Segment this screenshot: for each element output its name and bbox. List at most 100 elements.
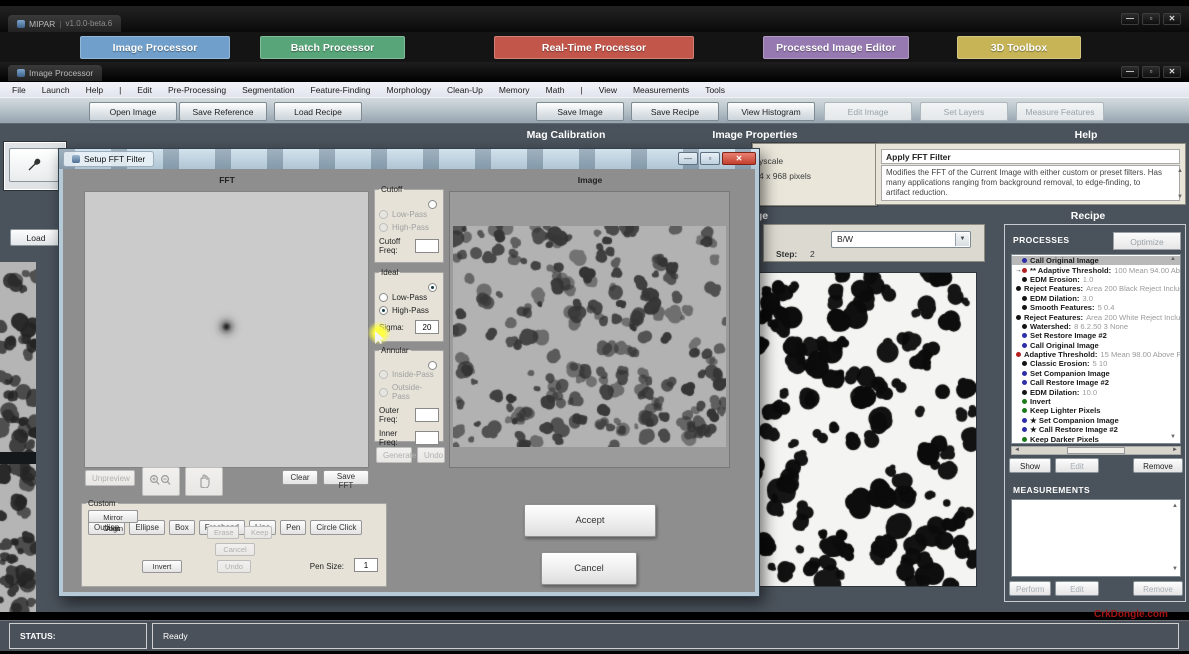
remove-button[interactable]: Remove [1133,458,1183,473]
accept-button[interactable]: Accept [524,504,656,537]
process-list-item[interactable]: Set Companion Image [1012,369,1180,378]
save-fft-button[interactable]: Save FFT [323,470,369,485]
process-list-item[interactable]: EDM Dilation: 10.0 [1012,387,1180,396]
cancel-draw-button[interactable]: Cancel [215,543,255,556]
cutoff-freq-input[interactable] [415,239,439,253]
process-list-item[interactable]: Classic Erosion: 5 10 [1012,359,1180,368]
ideal-highpass-radio[interactable] [379,306,388,315]
menu-item[interactable]: Feature-Finding [303,85,379,95]
cancel-button[interactable]: Cancel [541,552,637,585]
annular-insidepass-radio[interactable] [379,370,388,379]
process-list-item[interactable]: Reject Features: Area 200 White Reject I… [1012,312,1180,321]
minimize-icon[interactable]: — [1121,66,1139,78]
erase-button[interactable]: Erase [207,526,239,539]
scroll-right-icon[interactable]: ► [1172,447,1178,454]
scroll-up-icon[interactable]: ▲ [1172,503,1178,509]
minimize-icon[interactable]: — [678,152,698,165]
maximize-icon[interactable]: ▫ [1142,13,1160,25]
process-list-item[interactable]: Call Original Image [1012,256,1180,265]
inner-freq-input[interactable] [415,431,439,445]
menu-item[interactable]: File [4,85,34,95]
unpreview-button[interactable]: Unpreview [85,470,135,486]
process-list-item[interactable]: Call Restore Image #2 [1012,378,1180,387]
launcher-button[interactable]: Processed Image Editor [763,36,909,59]
process-list-item[interactable]: Watershed: 8 6.2.50 3 None [1012,322,1180,331]
maximize-icon[interactable]: ▫ [700,152,720,165]
invert-button[interactable]: Invert [142,560,182,573]
menu-item[interactable]: Measurements [625,85,697,95]
menu-item[interactable]: | [111,85,129,95]
pen-size-input[interactable] [354,558,378,572]
chevron-down-icon[interactable]: ▼ [955,233,969,246]
undo-fft-button[interactable]: Undo [417,447,445,463]
clear-button[interactable]: Clear [282,470,318,485]
show-button[interactable]: Show [1009,458,1051,473]
optimize-button[interactable]: Optimize [1113,232,1181,250]
zoom-tool-button[interactable] [142,467,180,496]
process-list-item[interactable]: Set Restore Image #2 [1012,331,1180,340]
image-mode-dropdown[interactable]: B/W ▼ [831,231,971,248]
custom-tool-button[interactable]: Box [169,520,195,535]
process-list-item[interactable]: Call Original Image [1012,341,1180,350]
image-processor-tab[interactable]: Image Processor [8,65,102,81]
keep-button[interactable]: Keep [244,526,272,539]
cutoff-highpass-radio[interactable] [379,223,388,232]
process-list-hscrollbar[interactable]: ◄ ► [1011,446,1181,455]
scroll-down-icon[interactable]: ▼ [1177,194,1183,200]
maximize-icon[interactable]: ▫ [1142,66,1160,78]
toolbar-button[interactable]: Open Image [89,102,177,121]
process-list-item[interactable]: ★ Call Restore Image #2 [1012,425,1180,434]
generate-button[interactable]: Generate [376,447,412,463]
menu-item[interactable]: Morphology [379,85,439,95]
scroll-down-icon[interactable]: ▼ [1172,566,1178,572]
process-list-item[interactable]: → ** Adaptive Threshold: 100 Mean 94.00 … [1012,265,1180,274]
menu-item[interactable]: Edit [129,85,160,95]
load-button[interactable]: Load [10,229,62,246]
process-list-item[interactable]: Invert [1012,397,1180,406]
menu-item[interactable]: Segmentation [234,85,302,95]
pan-tool-button[interactable] [185,467,223,496]
remove-measurement-button[interactable]: Remove [1133,581,1183,596]
close-icon[interactable]: ✕ [1163,13,1181,25]
toolbar-button[interactable]: Set Layers [920,102,1008,121]
menu-item[interactable]: Launch [34,85,78,95]
process-list-item[interactable]: Keep Lighter Pixels [1012,406,1180,415]
menu-item[interactable]: Memory [491,85,538,95]
outer-freq-input[interactable] [415,408,439,422]
launcher-button[interactable]: Batch Processor [260,36,405,59]
menu-item[interactable]: Math [538,85,573,95]
fft-display[interactable] [84,191,369,468]
annular-enable-radio[interactable] [428,361,437,370]
menu-item[interactable]: Tools [697,85,733,95]
custom-tool-button[interactable]: Circle Click [310,520,362,535]
undo-draw-button[interactable]: Undo [217,560,251,573]
menu-item[interactable]: | [572,85,590,95]
custom-tool-button[interactable]: Pen [280,520,306,535]
toolbar-button[interactable]: Save Reference [179,102,267,121]
measurements-list[interactable]: ▲ ▼ [1011,499,1181,577]
launcher-button[interactable]: 3D Toolbox [957,36,1081,59]
process-list-item[interactable]: Smooth Features: 5 0.4 [1012,303,1180,312]
menu-item[interactable]: Help [78,85,111,95]
toolbar-button[interactable]: Save Recipe [631,102,719,121]
process-list-item[interactable]: EDM Dilation: 3.0 [1012,294,1180,303]
cutoff-enable-radio[interactable] [428,200,437,209]
mipar-window-tab[interactable]: MIPAR | v1.0.0-beta.6 [8,15,121,32]
mirror-button[interactable]: Mirror Origin [88,510,138,523]
annular-outsidepass-radio[interactable] [379,388,388,397]
process-list-item[interactable]: EDM Erosion: 1.0 [1012,275,1180,284]
ideal-lowpass-radio[interactable] [379,293,388,302]
process-list-item[interactable]: Keep Darker Pixels [1012,434,1180,443]
launcher-button[interactable]: Real-Time Processor [494,36,694,59]
menu-item[interactable]: Pre-Processing [160,85,234,95]
scroll-down-icon[interactable]: ▼ [1170,434,1176,440]
scroll-up-icon[interactable]: ▲ [1170,256,1176,262]
ideal-enable-radio[interactable] [428,283,437,292]
process-list-item[interactable]: Reject Features: Area 200 Black Reject I… [1012,284,1180,293]
toolbar-button[interactable]: Edit Image [824,102,912,121]
hscroll-thumb[interactable] [1067,447,1125,454]
cutoff-lowpass-radio[interactable] [379,210,388,219]
toolbar-button[interactable]: Load Recipe [274,102,362,121]
toolbar-button[interactable]: View Histogram [727,102,815,121]
perform-button[interactable]: Perform [1009,581,1051,596]
